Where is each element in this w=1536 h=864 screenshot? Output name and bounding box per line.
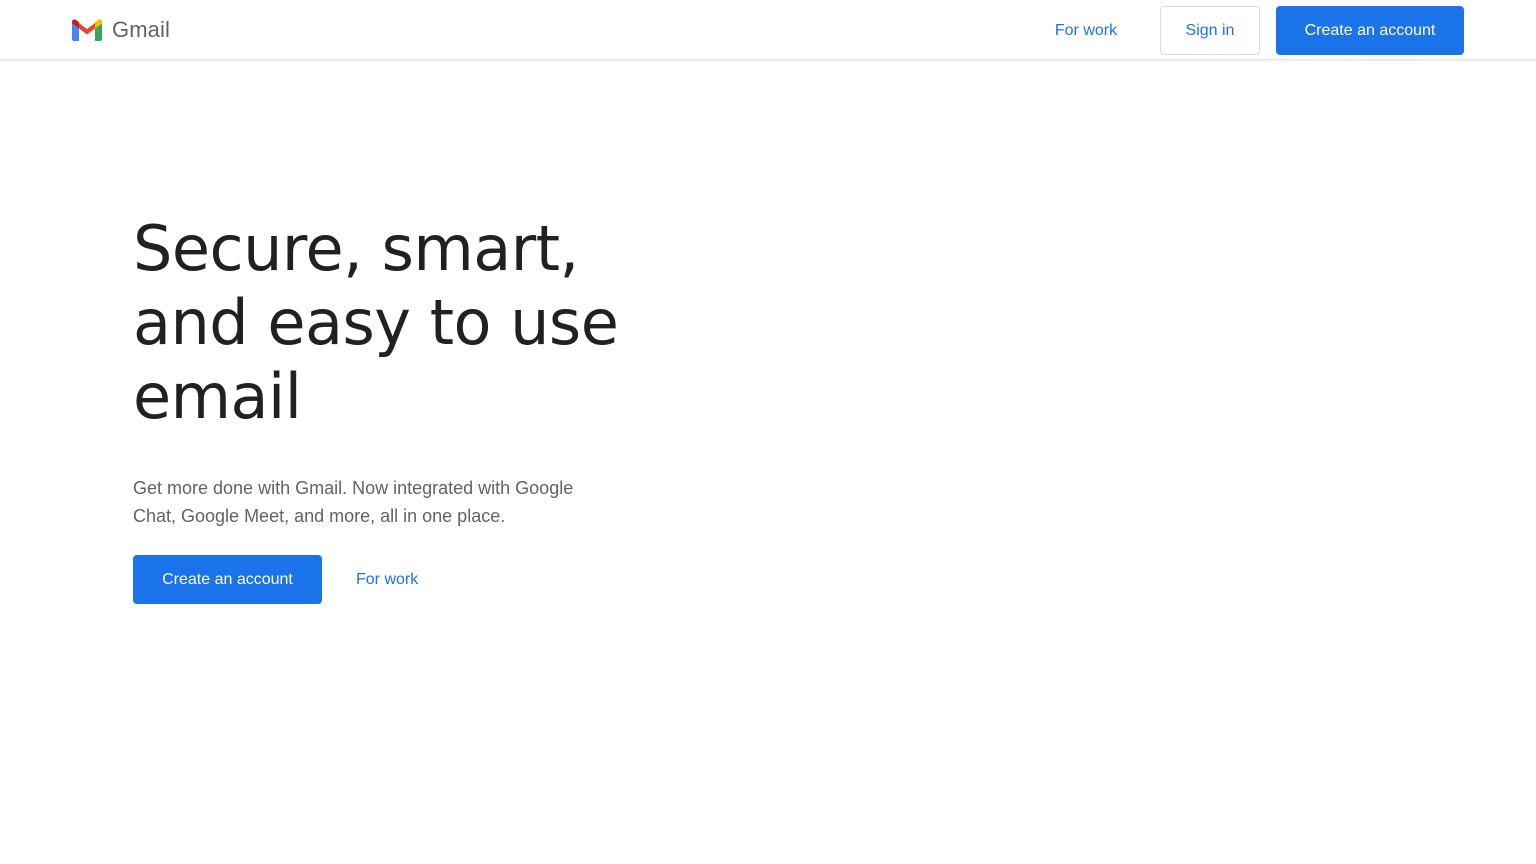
hero-for-work-link[interactable]: For work	[346, 555, 428, 604]
brand-name: Gmail	[112, 17, 170, 42]
sign-in-button[interactable]: Sign in	[1160, 6, 1260, 55]
hero-title-line: email	[133, 360, 302, 433]
hero-title-line: and easy to use	[133, 286, 619, 359]
header-create-account-button[interactable]: Create an account	[1276, 6, 1464, 55]
hero-subtitle: Get more done with Gmail. Now integrated…	[133, 478, 574, 526]
hero-title-line: Secure, smart,	[133, 212, 579, 285]
hero-title: Secure, smart, and easy to use email	[133, 212, 653, 434]
gmail-brand-link[interactable]: Gmail	[72, 16, 170, 44]
gmail-logo-icon	[72, 19, 102, 41]
site-header: Gmail For work Sign in Create an account	[0, 0, 1536, 60]
hero-cta-row: Create an account For work	[133, 555, 428, 604]
hero-section: Secure, smart, and easy to use email Get…	[133, 212, 653, 530]
nav-for-work-link[interactable]: For work	[1029, 6, 1143, 55]
hero-create-account-button[interactable]: Create an account	[133, 555, 322, 604]
